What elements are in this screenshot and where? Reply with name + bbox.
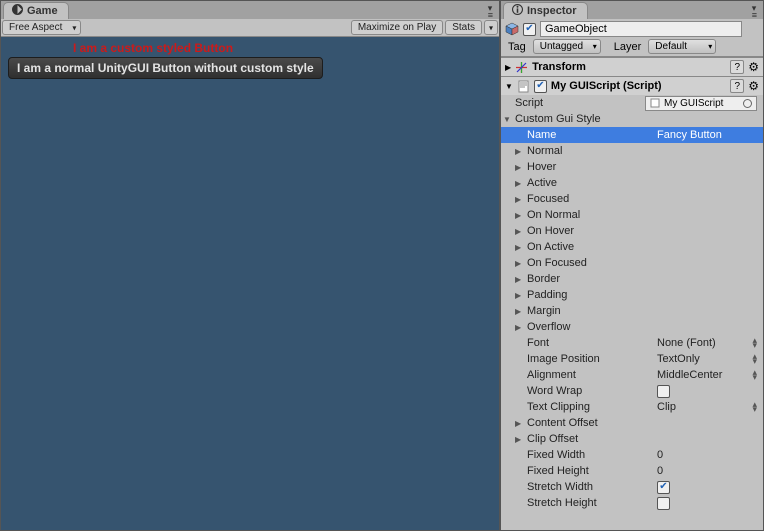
fold-icon: ▶ [515,227,521,236]
component-enabled-checkbox[interactable]: ✔ [534,80,547,93]
enum-dropdown-icon[interactable]: ▴▾ [752,370,757,380]
style-state-row[interactable]: ▶Active [501,175,763,191]
panel-menu-icon[interactable]: ▾≡ [488,5,493,19]
name-row[interactable]: Name Fancy Button [501,127,763,143]
enum-dropdown-icon[interactable]: ▴▾ [752,402,757,412]
name-label: Name [527,129,657,141]
fold-icon: ▶ [515,275,521,284]
style-state-row[interactable]: ▶Border [501,271,763,287]
tag-dropdown[interactable]: Untagged [533,39,601,54]
alignment-row: Alignment MiddleCenter ▴▾ [501,367,763,383]
inspector-body: ▶ Transform ? ⚙ ▼ ✔ My GUIScri [501,57,763,530]
object-picker-icon[interactable] [743,99,752,108]
fold-icon: ▼ [505,82,513,91]
fold-icon: ▶ [515,179,521,188]
style-state-row[interactable]: ▶Normal [501,143,763,159]
font-row: Font None (Font) ▴▾ [501,335,763,351]
fold-icon: ▶ [515,243,521,252]
fold-icon: ▶ [515,323,521,332]
tab-inspector[interactable]: Inspector [503,2,588,19]
game-panel: Game ▾≡ Free Aspect Maximize on Play Sta… [0,0,500,531]
fixed-width-row: Fixed Width 0 [501,447,763,463]
fold-icon: ▶ [515,147,521,156]
gameobject-name-field[interactable] [540,21,742,37]
script-label: Script [515,97,645,109]
fold-icon: ▼ [503,115,511,124]
game-tabbar: Game ▾≡ [1,1,499,19]
help-icon[interactable]: ? [730,60,744,74]
clip-offset-row[interactable]: ▶ Clip Offset [501,431,763,447]
fold-icon: ▶ [515,435,521,444]
style-state-row[interactable]: ▶On Hover [501,223,763,239]
style-state-row[interactable]: ▶Padding [501,287,763,303]
fold-icon: ▶ [515,211,521,220]
stretch-height-row: Stretch Height [501,495,763,511]
tab-label: Inspector [527,5,577,17]
enum-dropdown-icon[interactable]: ▴▾ [752,354,757,364]
game-toolbar: Free Aspect Maximize on Play Stats [1,19,499,37]
help-icon[interactable]: ? [730,79,744,93]
transform-header[interactable]: ▶ Transform ? ⚙ [501,58,763,76]
aspect-dropdown[interactable]: Free Aspect [2,20,81,35]
style-state-row[interactable]: ▶On Normal [501,207,763,223]
info-icon [512,4,523,18]
word-wrap-row: Word Wrap [501,383,763,399]
style-state-row[interactable]: ▶Overflow [501,319,763,335]
fold-icon: ▶ [515,195,521,204]
guiscript-header[interactable]: ▼ ✔ My GUIScript (Script) ? ⚙ [501,77,763,95]
inspector-header: ✔ Tag Untagged Layer Default [501,19,763,57]
script-field-row: Script My GUIScript [501,95,763,111]
content-offset-row[interactable]: ▶ Content Offset [501,415,763,431]
tag-label: Tag [505,41,529,53]
game-view: I am a custom styled Button I am a norma… [1,37,499,530]
style-state-row[interactable]: ▶Focused [501,191,763,207]
fold-icon: ▶ [515,259,521,268]
inspector-tabbar: Inspector ▾≡ [501,1,763,19]
layer-dropdown[interactable]: Default [648,39,716,54]
stretch-height-checkbox[interactable] [657,497,670,510]
text-clipping-row: Text Clipping Clip ▴▾ [501,399,763,415]
stats-button[interactable]: Stats [445,20,482,35]
fold-icon: ▶ [515,307,521,316]
tab-label: Game [27,5,58,17]
image-position-row: Image Position TextOnly ▴▾ [501,351,763,367]
tab-game[interactable]: Game [3,2,69,19]
enabled-checkbox[interactable]: ✔ [523,23,536,36]
script-object-field[interactable]: My GUIScript [645,96,757,111]
inspector-panel: Inspector ▾≡ ✔ Tag Untagged Layer Defaul… [500,0,764,531]
panel-menu-icon[interactable]: ▾≡ [752,5,757,19]
name-value: Fancy Button [657,129,757,141]
script-icon [650,98,660,108]
style-state-row[interactable]: ▶On Focused [501,255,763,271]
style-state-row[interactable]: ▶Hover [501,159,763,175]
guiscript-component: ▼ ✔ My GUIScript (Script) ? ⚙ Script My … [501,76,763,511]
component-title: My GUIScript (Script) [551,80,726,92]
gameobject-icon [505,22,519,36]
custom-styled-button[interactable]: I am a custom styled Button [73,41,233,55]
transform-component: ▶ Transform ? ⚙ [501,57,763,76]
pacman-icon [12,4,23,18]
maximize-on-play-button[interactable]: Maximize on Play [351,20,443,35]
gear-icon[interactable]: ⚙ [748,60,759,74]
normal-gui-button[interactable]: I am a normal UnityGUI Button without cu… [8,57,323,79]
style-state-row[interactable]: ▶Margin [501,303,763,319]
word-wrap-checkbox[interactable] [657,385,670,398]
stretch-width-checkbox[interactable]: ✔ [657,481,670,494]
layer-label: Layer [611,41,645,53]
fold-icon: ▶ [515,163,521,172]
gizmos-dropdown[interactable] [484,20,498,35]
fold-icon: ▶ [515,291,521,300]
object-picker-icon[interactable]: ▴▾ [752,338,757,348]
component-title: Transform [532,61,726,73]
fold-icon: ▶ [505,63,511,72]
custom-gui-style-group[interactable]: ▼ Custom Gui Style [501,111,763,127]
fixed-height-row: Fixed Height 0 [501,463,763,479]
transform-icon [515,61,528,74]
script-icon [517,80,530,93]
style-state-row[interactable]: ▶On Active [501,239,763,255]
fold-icon: ▶ [515,419,521,428]
gear-icon[interactable]: ⚙ [748,79,759,93]
stretch-width-row: Stretch Width ✔ [501,479,763,495]
